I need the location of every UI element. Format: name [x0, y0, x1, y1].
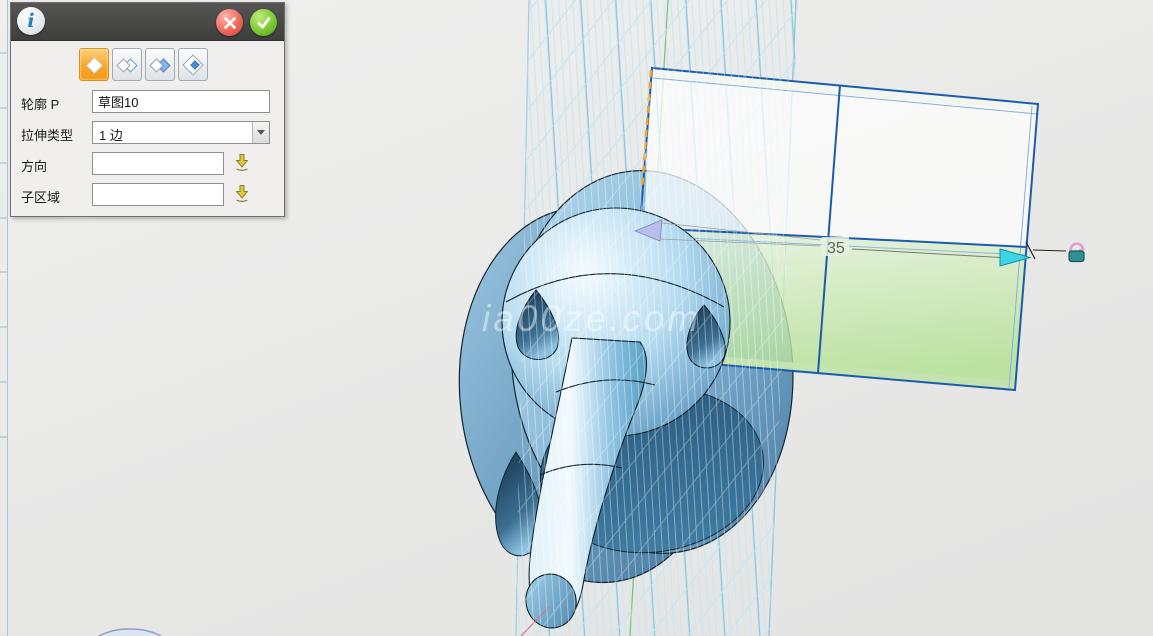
dropdown-arrow-icon[interactable]: [252, 122, 269, 143]
diamond-dot-icon: [181, 53, 205, 77]
extrude-base-button[interactable]: [79, 48, 109, 81]
field-row-direction: 方向: [11, 152, 284, 175]
info-icon: i: [17, 7, 45, 35]
x-icon: [223, 16, 237, 30]
confirm-button[interactable]: [250, 9, 277, 36]
extrude-type-dropdown[interactable]: 1 边: [92, 121, 270, 144]
view-ruler: [0, 0, 8, 636]
direction-input[interactable]: [92, 152, 224, 175]
field-row-subregion: 子区域: [11, 183, 284, 206]
subregion-input[interactable]: [92, 183, 224, 206]
diamond-blue-icon: [148, 53, 172, 77]
nav-sphere[interactable]: [88, 629, 172, 636]
profile-input[interactable]: [92, 90, 270, 113]
check-icon: [256, 15, 272, 31]
direction-pick-icon[interactable]: [232, 153, 252, 173]
field-row-profile: 轮廓 P: [11, 90, 284, 113]
watermark: ia00ze.com: [482, 298, 701, 339]
double-diamond-icon: [115, 53, 139, 77]
subregion-pick-icon[interactable]: [232, 184, 252, 204]
subregion-label: 子区域: [21, 187, 60, 206]
extrude-type-value: 1 边: [99, 125, 123, 144]
cancel-button[interactable]: [216, 9, 243, 36]
app-window: 35 ia00ze.com i: [0, 0, 1153, 636]
extrude-remove-button[interactable]: [145, 48, 175, 81]
field-row-extrude-type: 拉伸类型 1 边: [11, 121, 284, 144]
diamond-icon: [82, 53, 106, 77]
extrude-intersect-button[interactable]: [178, 48, 208, 81]
extrude-type-toolbar: [79, 48, 208, 81]
dialog-titlebar: i: [11, 3, 284, 41]
dialog-body: 轮廓 P 拉伸类型 1 边 方向 子区域: [11, 41, 284, 216]
extrude-type-label: 拉伸类型: [21, 125, 73, 144]
extrude-dialog: i: [10, 2, 285, 217]
extrude-add-button[interactable]: [112, 48, 142, 81]
profile-label: 轮廓 P: [21, 94, 59, 113]
anchor-lock-icon[interactable]: [1069, 244, 1084, 262]
direction-label: 方向: [21, 156, 47, 175]
dimension-35-label[interactable]: 35: [827, 240, 845, 257]
